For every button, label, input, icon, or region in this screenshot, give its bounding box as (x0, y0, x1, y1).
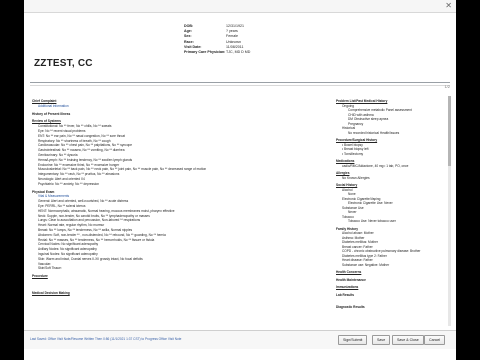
note-line (32, 284, 322, 289)
cancel-button[interactable]: Cancel (424, 335, 446, 345)
note-line: Psychiatric: No ** anxiety, No ** depres… (38, 181, 100, 186)
note-line[interactable]: Additional information (32, 104, 322, 109)
note-line (336, 297, 452, 302)
demographic-value: Female (226, 34, 238, 39)
note-window: ✕ DOB: 12/31/1921 Age:? years Sex: Female Rac… (24, 0, 456, 360)
demographic-value: Unknown (226, 39, 241, 44)
section-heading: Medical Decision Making (32, 291, 70, 296)
demographic-value: 12/31/1921 (226, 24, 244, 28)
note-line: Skin/Soft Tissue: (38, 266, 62, 271)
patient-name: ZZTEST, CC (34, 58, 93, 69)
footer-bar: Last Saved: Office Visit Note/Resume Wri… (24, 330, 456, 349)
section-heading: Diagnostic Results (336, 304, 365, 309)
section-heading: History of Present Illness (32, 111, 71, 116)
demographic-value: ? years (226, 29, 238, 34)
header-divider-light (30, 85, 450, 86)
vertical-scrollbar[interactable] (448, 96, 451, 326)
note-line: cadio/RMC/Aldactone, 40 mg= 1 tab, PO, o… (342, 163, 409, 168)
save-button[interactable]: Save (372, 335, 391, 345)
scrollbar-thumb[interactable] (448, 96, 451, 166)
demographic-label: Primary Care Physician: (184, 50, 226, 55)
last-saved-text: Last Saved: Office Visit Note/Resume Wri… (30, 337, 182, 341)
note-line: No recorded historical Health/Issues (348, 130, 400, 135)
close-icon[interactable]: ✕ (445, 1, 452, 10)
section-heading: Health Maintenance (336, 277, 366, 282)
note-right-column: Problem List/Past Medical History Ongoing… (336, 96, 452, 309)
demographic-row: Primary Care Physician:TJC, MD D MD (184, 50, 250, 55)
window-toolbar: ✕ (24, 0, 456, 13)
header-divider (30, 82, 450, 83)
demographics-block: DOB: 12/31/1921 Age:? years Sex: Female Race:… (184, 24, 250, 55)
save-close-button[interactable]: Save & Close (392, 335, 424, 345)
note-left-column: Chief Complaint Additional information His… (32, 96, 322, 296)
demographic-value: 11/08/2011 (226, 44, 244, 49)
section-heading: Health Concerns (336, 270, 362, 274)
note-line: No Known Allergies (342, 175, 370, 180)
note-line: Substance use: Negative: Mother (342, 262, 390, 267)
sign-submit-button[interactable]: Sign/Submit (338, 335, 368, 345)
note-line: • Tonsillectomy (342, 151, 364, 156)
demographic-value: TJC, MD D MD (226, 50, 251, 55)
note-line: Tobacco Use: Never tobacco user (348, 219, 396, 223)
page-indicator: 1/2 (444, 84, 450, 89)
section-heading: Immunizations (336, 285, 359, 289)
